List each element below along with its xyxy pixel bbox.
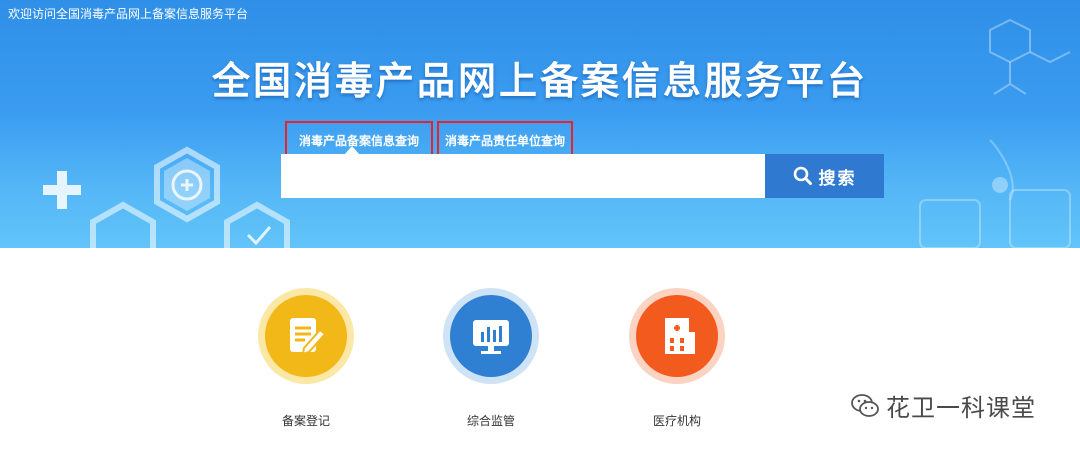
watermark-text: 花卫一科课堂 [886, 394, 1036, 422]
icon-disc [450, 295, 532, 377]
icon-disc [636, 295, 718, 377]
feature-label: 综合监管 [466, 414, 515, 428]
hospital-icon [665, 318, 695, 354]
page-title: 全国消毒产品网上备案信息服务平台 [211, 59, 868, 103]
search-icon [793, 166, 812, 185]
monitor-chart-icon [473, 320, 509, 354]
tab-label: 消毒产品责任单位查询 [444, 133, 565, 148]
wechat-icon [851, 393, 879, 417]
feature-record-registration[interactable]: 备案登记 [256, 288, 356, 428]
hexagon-decoration [43, 146, 290, 248]
icon-ring [443, 288, 539, 384]
icon-disc [265, 295, 347, 377]
watermark: 花卫一科课堂 [850, 388, 1036, 423]
feature-medical-institution[interactable]: 医疗机构 [627, 288, 727, 428]
feature-label: 医疗机构 [652, 414, 701, 428]
header-banner: 欢迎访问全国消毒产品网上备案信息服务平台 全国消毒产品网上备案信息服务平台 消毒… [0, 0, 1080, 248]
icon-ring [629, 288, 725, 384]
notebook-pen-icon [290, 318, 327, 356]
feature-comprehensive-supervision[interactable]: 综合监管 [441, 288, 541, 428]
active-tab-indicator [345, 146, 359, 154]
welcome-text: 欢迎访问全国消毒产品网上备案信息服务平台 [8, 7, 249, 21]
icon-ring [258, 288, 354, 384]
search-button-label: 搜索 [818, 168, 857, 189]
flask-decoration [919, 139, 1071, 248]
feature-label: 备案登记 [281, 414, 330, 428]
search-input[interactable] [281, 154, 765, 198]
search-button[interactable]: 搜索 [765, 154, 884, 198]
